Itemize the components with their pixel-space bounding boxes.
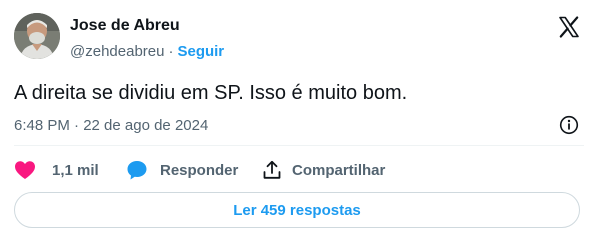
tweet-timestamp[interactable]: 6:48 PM · 22 de ago de 2024 — [14, 116, 208, 136]
handle-row: @zehdeabreu · Seguir — [70, 42, 224, 62]
info-icon[interactable] — [559, 115, 579, 135]
reply-button[interactable]: Responder — [126, 159, 238, 181]
share-label: Compartilhar — [292, 161, 386, 179]
heart-icon — [15, 161, 35, 179]
avatar[interactable] — [14, 13, 60, 59]
author-handle[interactable]: @zehdeabreu — [70, 43, 164, 60]
divider — [14, 145, 584, 146]
speech-bubble-icon — [127, 161, 147, 180]
reply-label: Responder — [160, 161, 239, 179]
x-logo-icon[interactable] — [557, 15, 581, 39]
like-button[interactable]: 1,1 mil — [14, 159, 99, 181]
read-replies-button[interactable]: Ler 459 respostas — [14, 192, 580, 228]
share-button[interactable]: Compartilhar — [262, 159, 385, 181]
author-name[interactable]: Jose de Abreu — [70, 16, 180, 36]
separator-dot: · — [168, 43, 174, 60]
follow-button[interactable]: Seguir — [177, 43, 224, 60]
tweet-text: A direita se dividiu em SP. Isso é muito… — [14, 82, 408, 104]
like-count: 1,1 mil — [52, 161, 99, 179]
share-upload-icon — [263, 160, 281, 179]
tweet-card: Jose de Abreu @zehdeabreu · Seguir A direi… — [0, 0, 600, 241]
